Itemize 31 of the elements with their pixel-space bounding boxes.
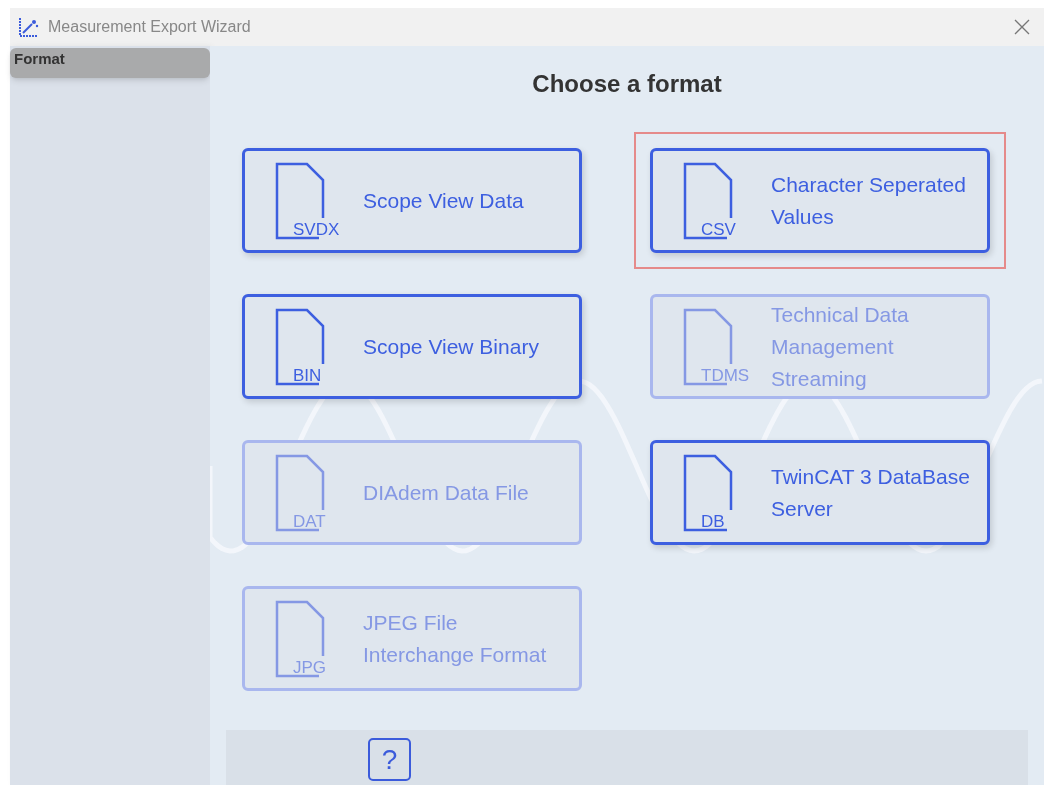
file-extension: DB <box>701 512 725 530</box>
page-heading: Choose a format <box>531 69 723 99</box>
file-icon <box>275 307 325 386</box>
file-extension: BIN <box>293 366 322 384</box>
format-button[interactable]: TDMS Technical Data Management Streaming <box>650 294 990 399</box>
sidebar-item[interactable]: Format <box>10 48 210 78</box>
format-button[interactable]: SVDX Scope View Data <box>242 148 582 253</box>
format-label: TwinCAT 3 DataBase Server <box>771 463 971 522</box>
file-extension: TDMS <box>701 366 750 384</box>
file-extension: JPG <box>293 658 327 676</box>
file-extension: DAT <box>293 512 326 530</box>
format-label: JPEG File Interchange Format <box>363 609 548 668</box>
format-label: Character Seperated Values <box>771 171 967 230</box>
file-extension: CSV <box>701 220 736 238</box>
app-icon <box>18 16 40 38</box>
format-button[interactable]: DB TwinCAT 3 DataBase Server <box>650 440 990 545</box>
format-label: Technical Data Management Streaming <box>771 301 910 392</box>
format-button[interactable]: JPG JPEG File Interchange Format <box>242 586 582 691</box>
file-icon <box>275 599 325 678</box>
window-title: Measurement Export Wizard <box>48 17 251 37</box>
format-button[interactable]: DAT DIAdem Data File <box>242 440 582 545</box>
format-button[interactable]: BIN Scope View Binary <box>242 294 582 399</box>
file-icon <box>275 453 325 532</box>
format-button[interactable]: CSV Character Seperated Values <box>650 148 990 253</box>
file-icon <box>683 453 733 532</box>
format-label: Scope View Binary <box>363 333 540 360</box>
help-button[interactable]: ? <box>368 738 411 781</box>
format-label: DIAdem Data File <box>363 479 530 506</box>
file-extension: SVDX <box>293 220 340 238</box>
format-label: Scope View Data <box>363 187 525 214</box>
close-icon[interactable] <box>1014 19 1030 35</box>
